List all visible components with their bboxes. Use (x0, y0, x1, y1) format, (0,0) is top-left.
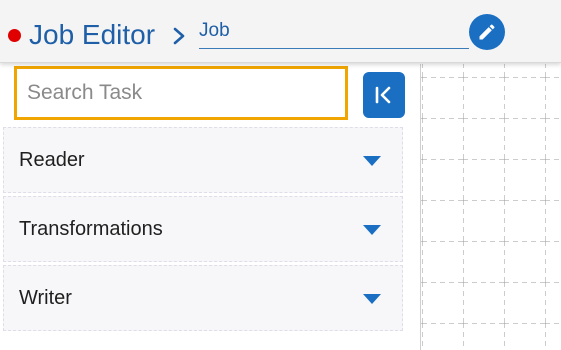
accordion-label: Reader (19, 149, 85, 171)
pencil-icon (479, 24, 495, 40)
job-editor-screen: Job Editor Reader Transform (0, 0, 561, 350)
accordion-item-writer[interactable]: Writer (3, 265, 403, 331)
job-name-field-wrapper (199, 16, 469, 49)
collapse-left-icon (375, 86, 391, 104)
edit-button[interactable] (469, 14, 505, 50)
canvas-grid (421, 64, 561, 350)
workflow-canvas[interactable] (420, 64, 561, 350)
accordion-label: Transformations (19, 218, 163, 240)
accordion-label: Writer (19, 287, 72, 309)
page-title: Job Editor (29, 19, 156, 50)
search-task-input[interactable] (17, 69, 345, 117)
accordion-item-reader[interactable]: Reader (3, 127, 403, 193)
header-bar: Job Editor (0, 0, 561, 63)
status-dot (8, 29, 21, 42)
chevron-right-icon (173, 27, 185, 45)
job-name-input[interactable] (199, 16, 459, 46)
accordion-item-transformations[interactable]: Transformations (3, 196, 403, 262)
search-task-box (14, 66, 348, 120)
caret-down-icon[interactable] (362, 293, 382, 305)
caret-down-icon[interactable] (362, 224, 382, 236)
caret-down-icon[interactable] (362, 155, 382, 167)
task-category-list: Reader Transformations Writer (3, 127, 403, 334)
collapse-sidebar-button[interactable] (363, 72, 405, 118)
